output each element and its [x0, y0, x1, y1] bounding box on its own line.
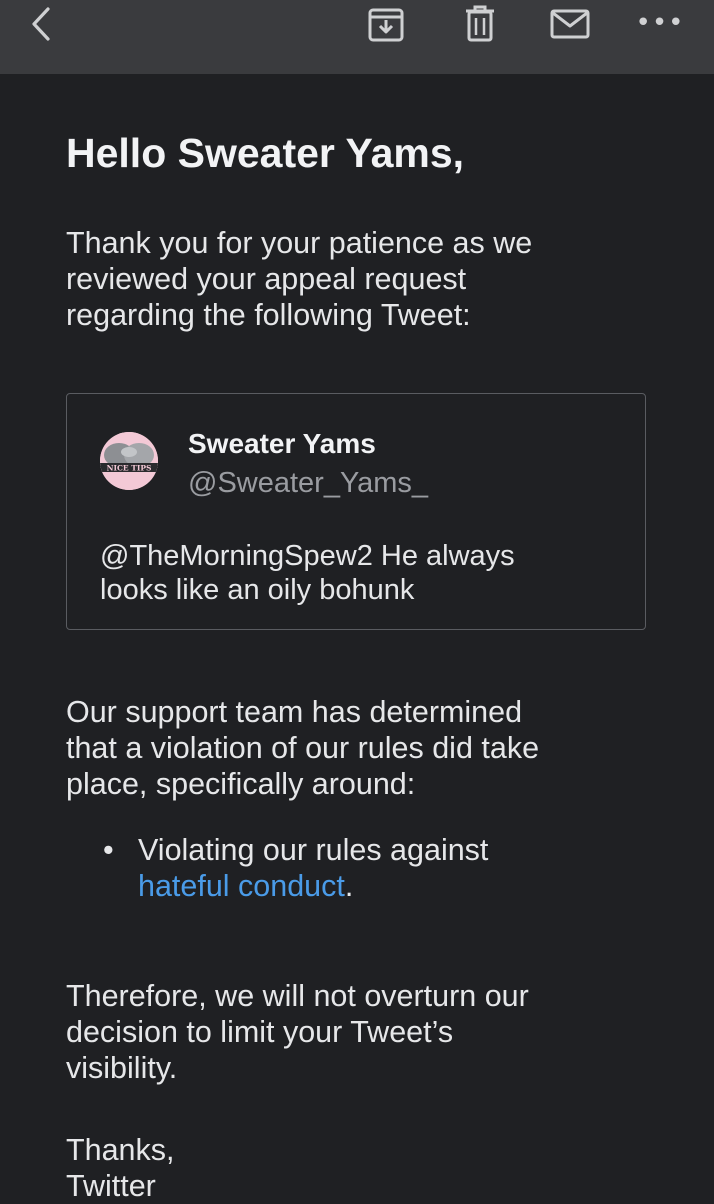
more-horizontal-icon: ••• — [635, 8, 685, 38]
rule-link-line: hateful conduct. — [138, 868, 488, 904]
avatar[interactable]: NICE TIPS — [100, 432, 158, 490]
archive-icon — [368, 8, 404, 42]
mark-unread-button[interactable] — [546, 2, 594, 44]
hateful-conduct-link[interactable]: hateful conduct — [138, 869, 345, 903]
decision-line: decision to limit your Tweet’s — [66, 1015, 454, 1049]
signoff-line: Thanks, — [66, 1133, 175, 1167]
intro-line: reviewed your appeal request — [66, 262, 467, 296]
mail-icon — [550, 9, 590, 39]
tweet-text: @TheMorningSpew2 He always looks like an… — [100, 539, 515, 607]
tweet-author-name[interactable]: Sweater Yams — [188, 428, 376, 460]
delete-button[interactable] — [458, 2, 502, 44]
signoff: Thanks, Twitter — [66, 1132, 175, 1204]
rule-suffix: . — [344, 869, 354, 903]
intro-paragraph: Thank you for your patience as we review… — [66, 225, 532, 333]
trash-icon — [466, 5, 494, 42]
archive-button[interactable] — [364, 2, 408, 44]
tweet-author-handle[interactable]: @Sweater_Yams_ — [188, 467, 428, 500]
intro-line: Thank you for your patience as we — [66, 226, 533, 260]
avatar-image: NICE TIPS — [100, 432, 158, 490]
more-options-button[interactable]: ••• — [635, 2, 685, 44]
bullet-icon: • — [103, 833, 114, 867]
tweet-text-line: looks like an oily bohunk — [100, 574, 415, 606]
intro-line: regarding the following Tweet: — [66, 298, 471, 332]
chevron-left-icon — [32, 7, 50, 41]
back-button[interactable] — [22, 4, 62, 44]
violated-rules-list: • Violating our rules against hateful co… — [66, 832, 488, 904]
signoff-line: Twitter — [66, 1169, 156, 1203]
embedded-tweet[interactable]: NICE TIPS Sweater Yams @Sweater_Yams_ @T… — [66, 393, 646, 630]
decision-paragraph: Therefore, we will not overturn our deci… — [66, 978, 529, 1086]
determination-line: that a violation of our rules did take — [66, 731, 540, 765]
email-toolbar: ••• — [0, 0, 714, 74]
determination-paragraph: Our support team has determined that a v… — [66, 694, 539, 802]
greeting-heading: Hello Sweater Yams, — [66, 130, 465, 176]
decision-line: visibility. — [66, 1051, 178, 1085]
tweet-text-line: @TheMorningSpew2 He always — [100, 540, 515, 572]
email-body: Hello Sweater Yams, Thank you for your p… — [0, 74, 714, 1203]
decision-line: Therefore, we will not overturn our — [66, 979, 529, 1013]
avatar-logo-text: NICE TIPS — [107, 464, 152, 473]
determination-line: Our support team has determined — [66, 695, 523, 729]
rule-text: Violating our rules against — [138, 833, 489, 867]
determination-line: place, specifically around: — [66, 767, 416, 801]
list-item: • Violating our rules against hateful co… — [66, 832, 488, 904]
